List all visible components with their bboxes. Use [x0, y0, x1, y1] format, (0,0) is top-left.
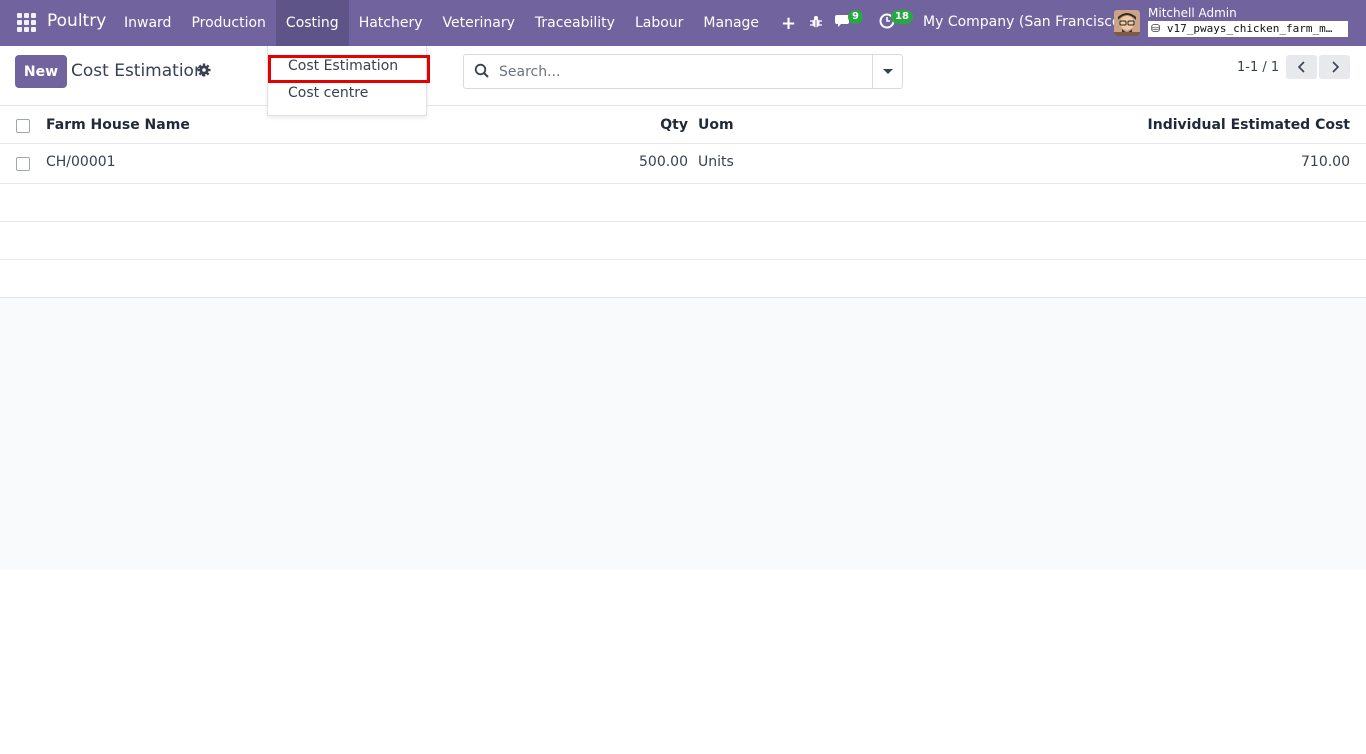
caret-down-icon — [882, 69, 893, 74]
pager-value[interactable]: 1-1 / 1 — [1237, 60, 1279, 75]
top-navbar: Poultry Inward Production Costing Hatche… — [0, 0, 1366, 46]
messages-badge: 9 — [848, 10, 863, 24]
company-switcher[interactable]: My Company (San Francisco) — [923, 14, 1126, 30]
database-name: ⛁ v17_pways_chicken_farm_m… — [1148, 21, 1348, 37]
table-row[interactable]: CH/00001 500.00 Units 710.00 — [0, 144, 1366, 184]
bug-icon[interactable] — [809, 15, 823, 33]
menu-costing[interactable]: Costing — [275, 0, 349, 46]
activities-badge: 18 — [891, 10, 913, 24]
chevron-right-icon — [1331, 61, 1339, 73]
menu-inward[interactable]: Inward — [114, 0, 181, 46]
cell-individual-estimated-cost: 710.00 — [1301, 154, 1350, 170]
chevron-left-icon — [1297, 61, 1305, 73]
user-avatar[interactable] — [1114, 10, 1140, 36]
cell-uom: Units — [698, 154, 734, 170]
list-view: Farm House Name Qty Uom Individual Estim… — [0, 105, 1366, 570]
menu-hatchery[interactable]: Hatchery — [349, 0, 433, 46]
search-icon — [474, 63, 490, 79]
empty-row — [0, 222, 1366, 260]
pager-previous-button[interactable] — [1286, 55, 1317, 79]
database-label: v17_pways_chicken_farm_m… — [1166, 22, 1333, 35]
user-name[interactable]: Mitchell Admin — [1148, 6, 1237, 20]
apps-grid-icon[interactable] — [17, 13, 36, 32]
plus-icon[interactable]: + — [769, 0, 808, 46]
column-header-farm-house-name[interactable]: Farm House Name — [46, 117, 190, 133]
select-all-checkbox[interactable] — [16, 119, 30, 133]
empty-row — [0, 260, 1366, 298]
cell-qty: 500.00 — [639, 154, 688, 170]
gear-icon[interactable] — [197, 63, 211, 81]
menu-traceability[interactable]: Traceability — [525, 0, 625, 46]
menu-labour[interactable]: Labour — [625, 0, 693, 46]
menu-veterinary[interactable]: Veterinary — [433, 0, 525, 46]
menu-production[interactable]: Production — [181, 0, 275, 46]
search-input[interactable] — [499, 62, 869, 82]
row-checkbox[interactable] — [16, 157, 30, 171]
main-menu: Inward Production Costing Hatchery Veter… — [114, 0, 808, 46]
pager-next-button[interactable] — [1319, 55, 1350, 79]
dropdown-item-cost-centre[interactable]: Cost centre — [288, 85, 368, 101]
database-icon: ⛁ — [1151, 22, 1161, 35]
menu-manage[interactable]: Manage — [693, 0, 769, 46]
page-title: Cost Estimation — [71, 61, 205, 81]
cell-farm-house-name: CH/00001 — [46, 154, 116, 170]
table-header-row: Farm House Name Qty Uom Individual Estim… — [0, 106, 1366, 144]
column-header-qty[interactable]: Qty — [588, 117, 688, 133]
column-header-individual-estimated-cost[interactable]: Individual Estimated Cost — [1050, 117, 1350, 133]
empty-row — [0, 184, 1366, 222]
search-options-toggle[interactable] — [872, 55, 902, 88]
search-bar — [463, 54, 903, 89]
new-button[interactable]: New — [15, 55, 67, 88]
app-brand[interactable]: Poultry — [47, 11, 106, 31]
highlight-annotation — [268, 55, 430, 83]
column-header-uom[interactable]: Uom — [698, 117, 734, 133]
